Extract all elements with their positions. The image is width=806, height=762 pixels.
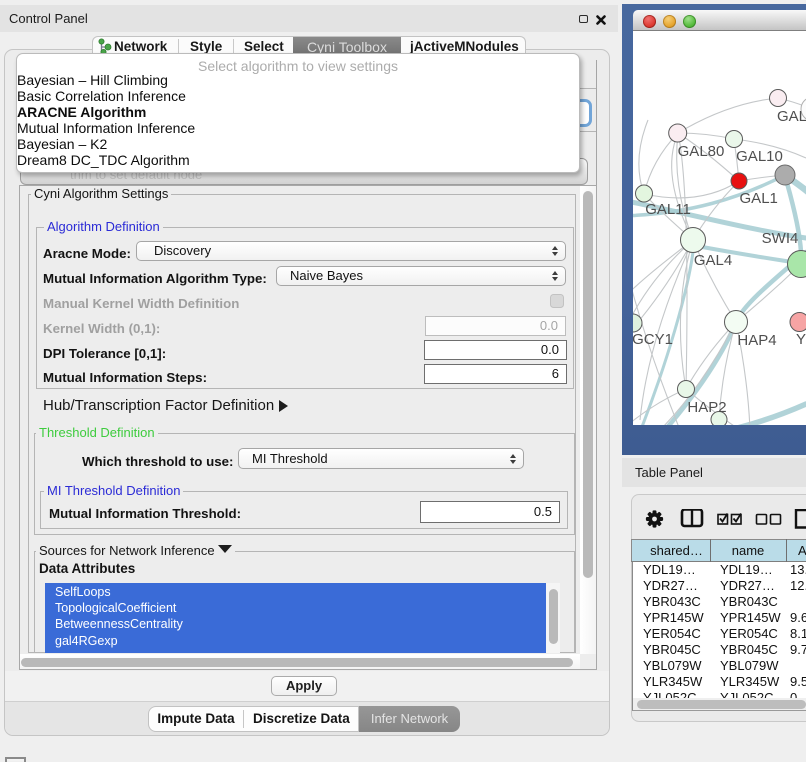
svg-text:GAL1: GAL1: [740, 190, 778, 207]
svg-text:GAL2: GAL2: [777, 108, 806, 125]
svg-text:GCY1: GCY1: [633, 331, 673, 348]
svg-text:GAL80: GAL80: [678, 143, 725, 160]
svg-text:GAL11: GAL11: [645, 201, 691, 218]
svg-text:YJ: YJ: [796, 331, 806, 348]
svg-text:SWI4: SWI4: [762, 230, 799, 247]
svg-text:GAL4: GAL4: [694, 252, 732, 269]
svg-text:HAP2: HAP2: [687, 399, 726, 416]
svg-text:HAP4: HAP4: [737, 332, 776, 349]
svg-text:GAL10: GAL10: [736, 148, 783, 165]
